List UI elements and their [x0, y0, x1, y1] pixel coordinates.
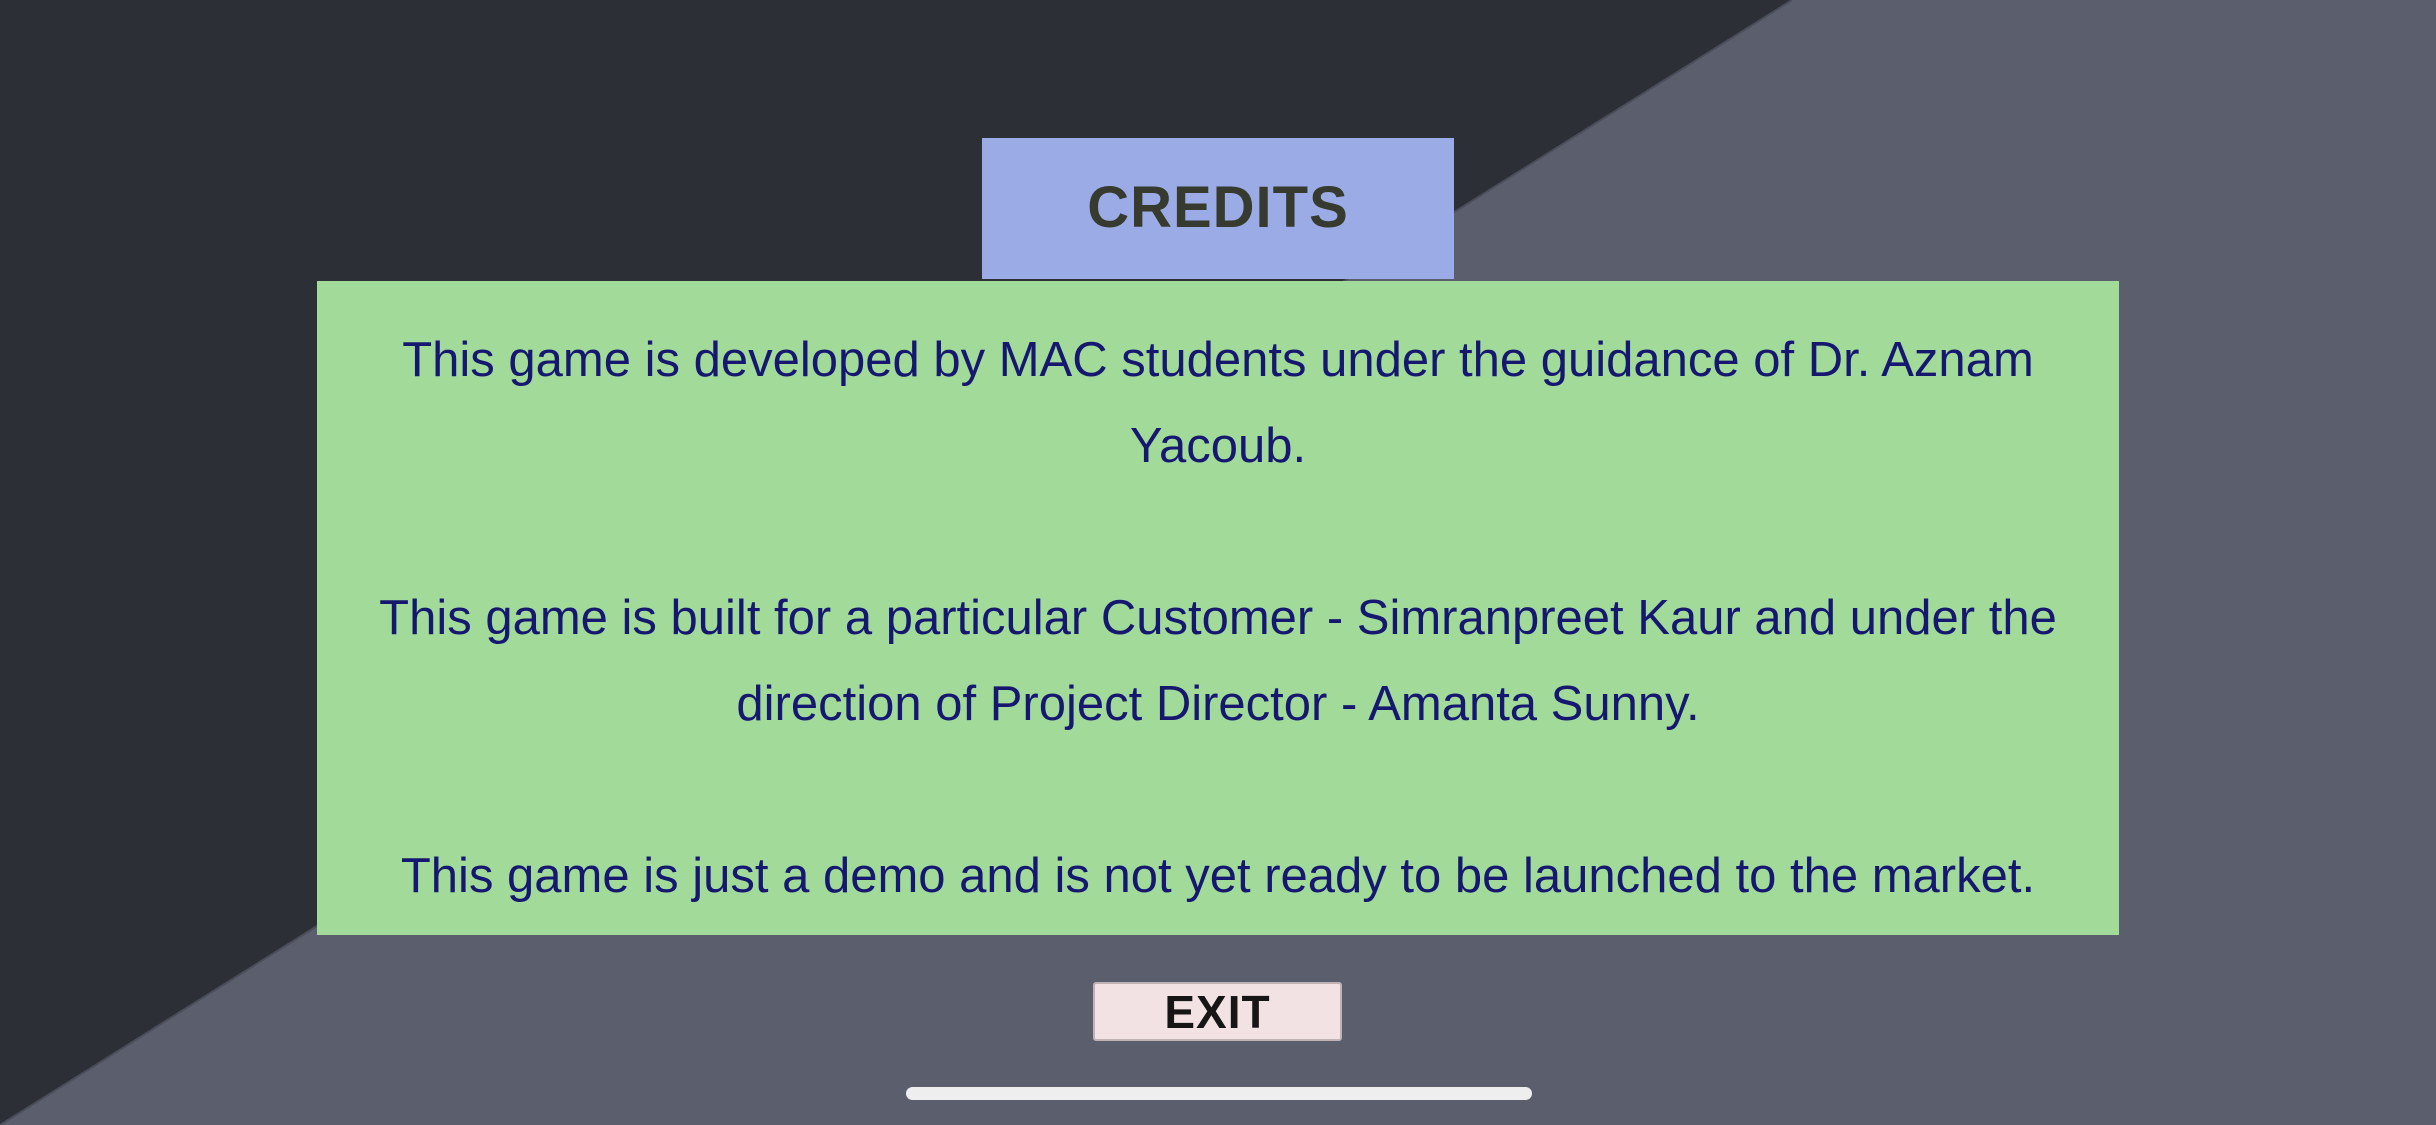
credits-paragraph-demo: This game is just a demo and is not yet … — [400, 849, 2036, 903]
credits-title-box: CREDITS — [982, 138, 1454, 279]
exit-button-label: EXIT — [1164, 985, 1271, 1038]
credits-paragraph-customer: This game is built for a particular Cust… — [379, 591, 2057, 731]
credits-panel: This game is developed by MAC students u… — [317, 281, 2119, 935]
exit-button[interactable]: EXIT — [1093, 982, 1342, 1041]
credits-paragraph-developers: This game is developed by MAC students u… — [402, 333, 2034, 473]
home-indicator[interactable] — [906, 1087, 1532, 1100]
credits-title: CREDITS — [1087, 174, 1349, 240]
